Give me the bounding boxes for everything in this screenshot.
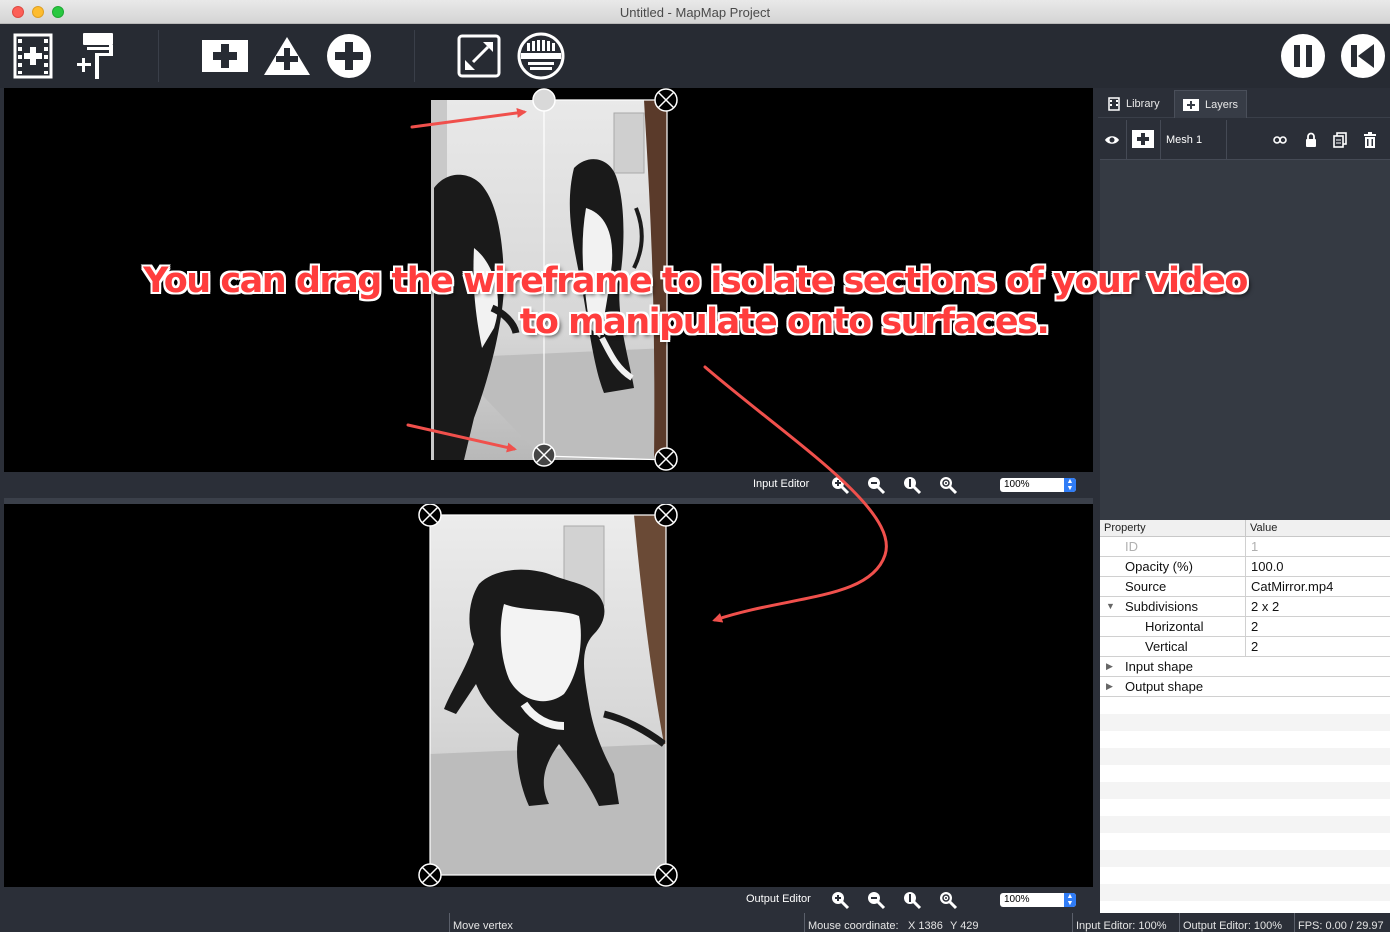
annotation-line-2: to manipulate onto surfaces. bbox=[519, 302, 1050, 342]
annotation-arrows bbox=[406, 107, 888, 623]
mapmap-window: Untitled - MapMap Project Input Editor 1… bbox=[0, 0, 1390, 932]
arrow-to-top-vertex bbox=[410, 107, 527, 129]
arrow-to-output bbox=[703, 365, 888, 623]
arrow-to-bottom-vertex bbox=[406, 423, 517, 453]
annotation-line-1: You can drag the wireframe to isolate se… bbox=[143, 261, 1248, 301]
